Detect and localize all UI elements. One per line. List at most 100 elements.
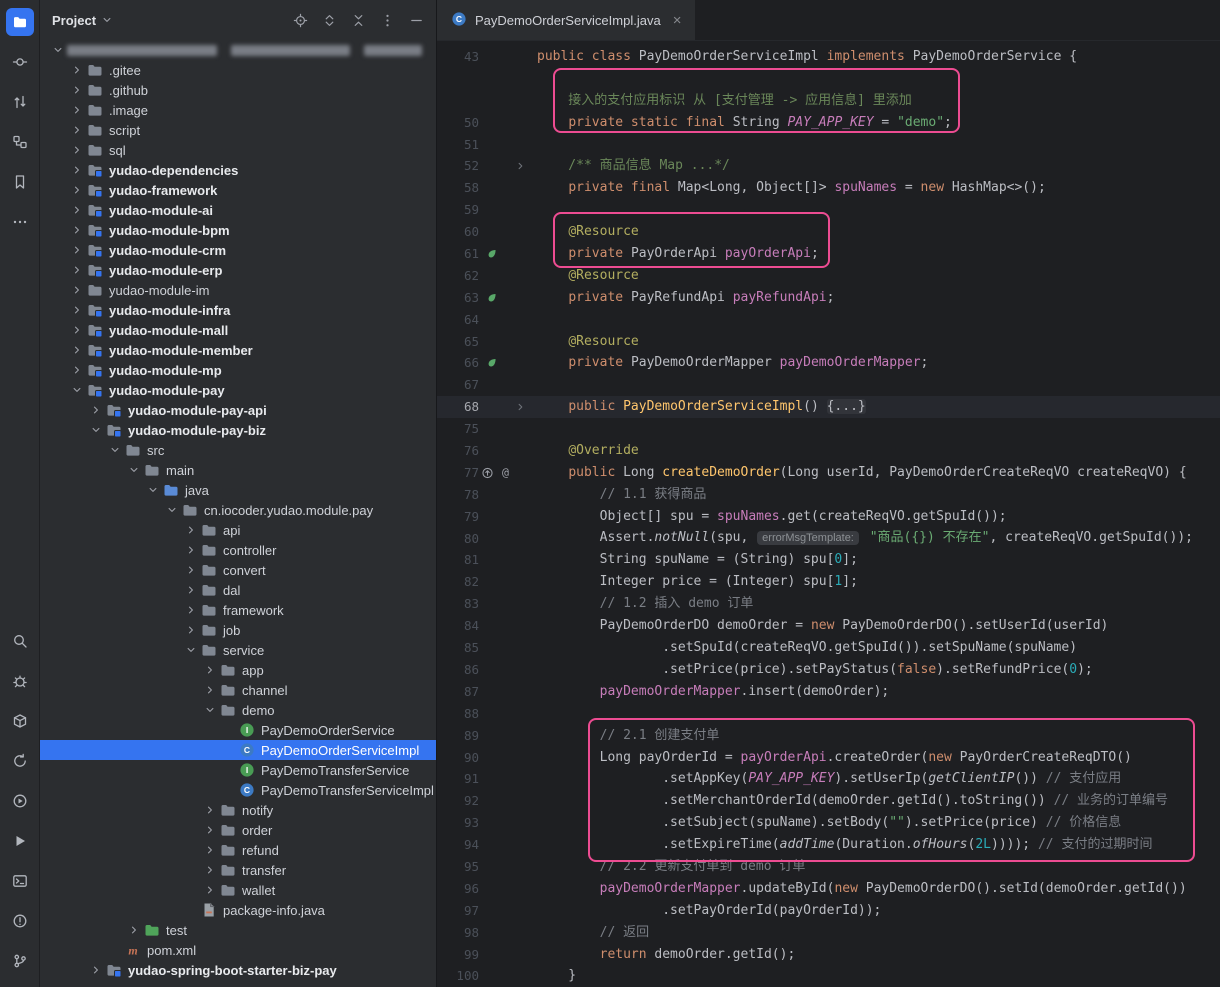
code-text[interactable]: .setExpireTime(addTime(Duration.ofHours(… xyxy=(537,834,1152,856)
tree-item-yudao-framework[interactable]: yudao-framework xyxy=(40,180,436,200)
tree-item-pom-xml[interactable]: mpom.xml xyxy=(40,940,436,960)
code-text[interactable]: @Resource xyxy=(537,331,639,353)
spring-bean-icon[interactable] xyxy=(485,291,498,304)
chevron-down-icon[interactable] xyxy=(162,503,181,517)
chevron-right-icon[interactable] xyxy=(181,563,200,577)
tree-item-refund[interactable]: refund xyxy=(40,840,436,860)
tree-item-yudao-module-im[interactable]: yudao-module-im xyxy=(40,280,436,300)
chevron-right-icon[interactable] xyxy=(124,923,143,937)
tree-item-yudao-module-erp[interactable]: yudao-module-erp xyxy=(40,260,436,280)
tree-item-yudao-module-crm[interactable]: yudao-module-crm xyxy=(40,240,436,260)
more-icon[interactable] xyxy=(6,208,34,236)
code-text[interactable]: .setPrice(price).setPayStatus(false).set… xyxy=(537,659,1093,681)
tree-item-yudao-module-bpm[interactable]: yudao-module-bpm xyxy=(40,220,436,240)
tree-item-convert[interactable]: convert xyxy=(40,560,436,580)
spring-bean-icon[interactable] xyxy=(485,357,498,370)
hide-panel-icon[interactable] xyxy=(406,10,426,30)
chevron-down-icon[interactable] xyxy=(48,43,67,57)
tree-item-yudao-spring-boot-starter-biz-pay[interactable]: yudao-spring-boot-starter-biz-pay xyxy=(40,960,436,980)
chevron-right-icon[interactable] xyxy=(200,863,219,877)
collapse-all-icon[interactable] xyxy=(348,10,368,30)
tree-item-java[interactable]: java xyxy=(40,480,436,500)
chevron-right-icon[interactable] xyxy=(200,843,219,857)
locate-icon[interactable] xyxy=(290,10,310,30)
code-text[interactable]: Integer price = (Integer) spu[1]; xyxy=(537,571,858,593)
fold-chevron-icon[interactable] xyxy=(514,160,527,173)
tree-item-yudao-module-mp[interactable]: yudao-module-mp xyxy=(40,360,436,380)
chevron-right-icon[interactable] xyxy=(67,63,86,77)
tree-item-app[interactable]: app xyxy=(40,660,436,680)
project-folder-icon[interactable] xyxy=(6,8,34,36)
code-text[interactable]: Object[] spu = spuNames.get(createReqVO.… xyxy=(537,506,1007,528)
code-text[interactable]: payDemoOrderMapper.updateById(new PayDem… xyxy=(537,878,1187,900)
chevron-right-icon[interactable] xyxy=(67,323,86,337)
chevron-right-icon[interactable] xyxy=(67,363,86,377)
tree-item-redacted-root[interactable] xyxy=(40,40,436,60)
code-text[interactable]: 接入的支付应用标识 从 [支付管理 -> 应用信息] 里添加 xyxy=(537,90,912,112)
code-text[interactable]: public Long createDemoOrder(Long userId,… xyxy=(537,462,1187,484)
chevron-right-icon[interactable] xyxy=(200,663,219,677)
tree-item-yudao-module-mall[interactable]: yudao-module-mall xyxy=(40,320,436,340)
tree-item-job[interactable]: job xyxy=(40,620,436,640)
kebab-menu-icon[interactable] xyxy=(377,10,397,30)
chevron-right-icon[interactable] xyxy=(67,283,86,297)
tree-item-controller[interactable]: controller xyxy=(40,540,436,560)
tree-item-yudao-module-member[interactable]: yudao-module-member xyxy=(40,340,436,360)
chevron-right-icon[interactable] xyxy=(67,83,86,97)
chevron-down-icon[interactable] xyxy=(143,483,162,497)
chevron-right-icon[interactable] xyxy=(67,183,86,197)
tab-paydemoorderserviceimpl-java[interactable]: C PayDemoOrderServiceImpl.java × xyxy=(437,0,695,40)
code-text[interactable]: } xyxy=(537,965,576,987)
tree-item-src[interactable]: src xyxy=(40,440,436,460)
chevron-right-icon[interactable] xyxy=(67,243,86,257)
code-text[interactable]: @Resource xyxy=(537,221,639,243)
code-text[interactable]: private PayDemoOrderMapper payDemoOrderM… xyxy=(537,352,928,374)
tree-item-service[interactable]: service xyxy=(40,640,436,660)
code-text[interactable]: private PayOrderApi payOrderApi; xyxy=(537,243,819,265)
chevron-right-icon[interactable] xyxy=(200,683,219,697)
tree-item-paydemoorderserviceimpl[interactable]: CPayDemoOrderServiceImpl xyxy=(40,740,436,760)
git-branch-icon[interactable] xyxy=(6,947,34,975)
bookmarks-icon[interactable] xyxy=(6,168,34,196)
chevron-down-icon[interactable] xyxy=(67,383,86,397)
tree-item-yudao-module-pay-biz[interactable]: yudao-module-pay-biz xyxy=(40,420,436,440)
code-text[interactable]: // 1.1 获得商品 xyxy=(537,484,706,506)
code-text[interactable]: .setAppKey(PAY_APP_KEY).setUserIp(getCli… xyxy=(537,768,1121,790)
services-icon[interactable] xyxy=(6,747,34,775)
code-text[interactable]: .setSpuId(createReqVO.getSpuId()).setSpu… xyxy=(537,637,1077,659)
chevron-right-icon[interactable] xyxy=(200,803,219,817)
code-text[interactable]: @Override xyxy=(537,440,639,462)
code-text[interactable]: PayDemoOrderDO demoOrder = new PayDemoOr… xyxy=(537,615,1108,637)
tree-item-transfer[interactable]: transfer xyxy=(40,860,436,880)
tree-item-yudao-module-infra[interactable]: yudao-module-infra xyxy=(40,300,436,320)
chevron-right-icon[interactable] xyxy=(67,163,86,177)
chevron-right-icon[interactable] xyxy=(86,403,105,417)
chevron-right-icon[interactable] xyxy=(67,303,86,317)
tree-item-script[interactable]: script xyxy=(40,120,436,140)
tree-item-sql[interactable]: sql xyxy=(40,140,436,160)
tree-item-github[interactable]: .github xyxy=(40,80,436,100)
code-text[interactable]: private static final String PAY_APP_KEY … xyxy=(537,112,952,134)
chevron-right-icon[interactable] xyxy=(67,223,86,237)
build-icon[interactable] xyxy=(6,707,34,735)
code-text[interactable]: .setMerchantOrderId(demoOrder.getId().to… xyxy=(537,790,1168,812)
tree-item-paydemoorderservice[interactable]: IPayDemoOrderService xyxy=(40,720,436,740)
chevron-right-icon[interactable] xyxy=(67,123,86,137)
code-text[interactable]: .setSubject(spuName).setBody("").setPric… xyxy=(537,812,1121,834)
chevron-right-icon[interactable] xyxy=(67,143,86,157)
coverage-icon[interactable] xyxy=(6,787,34,815)
code-text[interactable]: // 2.1 创建支付单 xyxy=(537,725,719,747)
chevron-down-icon[interactable] xyxy=(100,13,114,27)
chevron-right-icon[interactable] xyxy=(67,103,86,117)
code-text[interactable]: Assert.notNull(spu, errorMsgTemplate: "商… xyxy=(537,527,1193,550)
structure-icon[interactable] xyxy=(6,128,34,156)
implementing-method-icon[interactable] xyxy=(481,466,494,479)
problems-icon[interactable] xyxy=(6,907,34,935)
code-text[interactable]: private PayRefundApi payRefundApi; xyxy=(537,287,834,309)
chevron-down-icon[interactable] xyxy=(124,463,143,477)
tree-item-gitee[interactable]: .gitee xyxy=(40,60,436,80)
code-text[interactable]: public class PayDemoOrderServiceImpl imp… xyxy=(537,46,1077,68)
debug-icon[interactable] xyxy=(6,667,34,695)
chevron-right-icon[interactable] xyxy=(181,523,200,537)
tree-item-yudao-module-ai[interactable]: yudao-module-ai xyxy=(40,200,436,220)
